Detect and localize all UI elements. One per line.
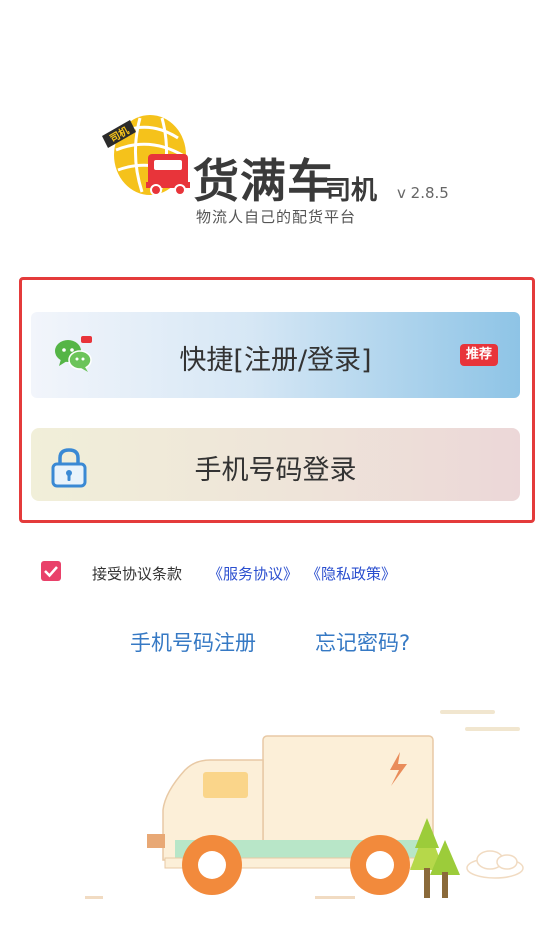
phone-login-label: 手机号码登录 [194, 455, 357, 486]
quick-login-button[interactable]: 快捷[注册/登录] 推荐 [31, 312, 520, 398]
phone-register-link[interactable]: 手机号码注册 [130, 627, 256, 657]
agreement-text: 接受协议条款 [92, 565, 183, 583]
checkmark-icon [44, 566, 58, 578]
agreement-checkbox[interactable] [41, 561, 61, 581]
brand-subtitle: 司机 [325, 176, 378, 206]
forgot-password-link[interactable]: 忘记密码? [315, 627, 410, 657]
logo-emblem: 司机 [102, 115, 190, 196]
truck-illustration [85, 710, 524, 899]
service-agreement-link[interactable]: 《服务协议》 [208, 563, 298, 584]
quick-login-label: 快捷[注册/登录] [179, 345, 372, 376]
privacy-policy-link[interactable]: 《隐私政策》 [306, 563, 396, 584]
app-version: v 2.8.5 [397, 184, 449, 202]
app-slogan: 物流人自己的配货平台 [196, 208, 357, 226]
recommend-badge: 推荐 [460, 344, 498, 366]
brand-name: 货满车 [193, 154, 334, 208]
phone-login-button[interactable]: 手机号码登录 [31, 428, 520, 501]
